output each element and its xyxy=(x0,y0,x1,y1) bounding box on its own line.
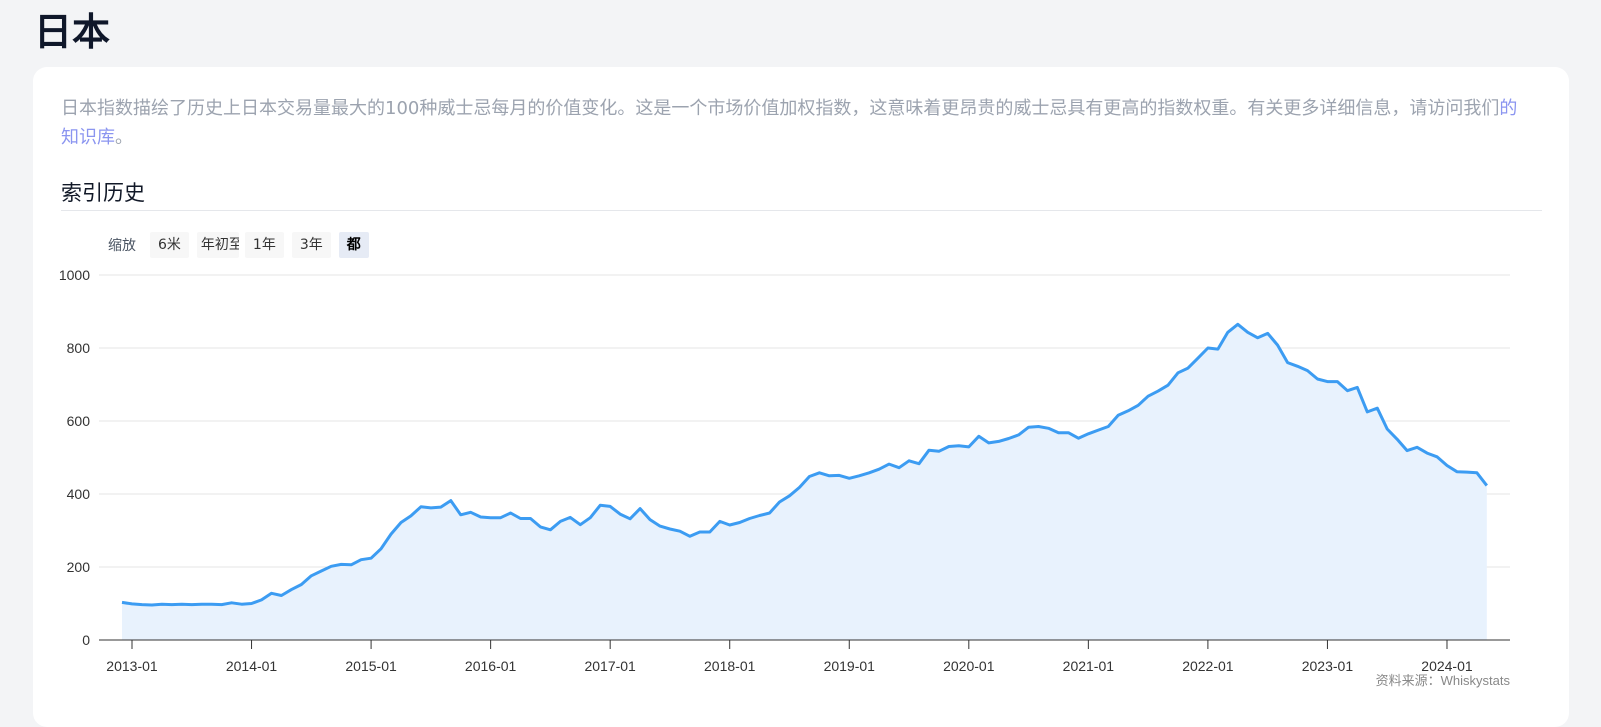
x-tick-label: 2015-01 xyxy=(345,658,397,674)
x-tick-label: 2022-01 xyxy=(1182,658,1234,674)
x-tick-label: 2021-01 xyxy=(1063,658,1115,674)
chart-source-credit: 资料来源：Whiskystats xyxy=(1376,673,1511,688)
y-tick-label: 400 xyxy=(67,486,91,502)
x-tick-label: 2016-01 xyxy=(465,658,517,674)
y-tick-label: 600 xyxy=(67,413,91,429)
y-tick-label: 1000 xyxy=(59,267,90,283)
y-tick-label: 200 xyxy=(67,559,91,575)
y-tick-label: 0 xyxy=(82,632,90,648)
x-tick-label: 2017-01 xyxy=(584,658,636,674)
index-history-chart: 0 200 400 600 800 1000 2013-01 2014-01 2015-01 20… xyxy=(59,267,1511,688)
x-tick-label: 2013-01 xyxy=(106,658,158,674)
x-tick-label: 2014-01 xyxy=(226,658,278,674)
y-tick-label: 800 xyxy=(67,340,91,356)
x-tick-label: 2024-01 xyxy=(1421,658,1473,674)
x-tick-label: 2020-01 xyxy=(943,658,995,674)
index-card: 日本指数描绘了历史上日本交易量最大的100种威士忌每月的价值变化。这是一个市场价… xyxy=(33,67,1569,727)
x-tick-label: 2018-01 xyxy=(704,658,756,674)
page-title: 日本 xyxy=(34,10,111,54)
x-tick-label: 2019-01 xyxy=(824,658,876,674)
x-tick-label: 2023-01 xyxy=(1302,658,1354,674)
